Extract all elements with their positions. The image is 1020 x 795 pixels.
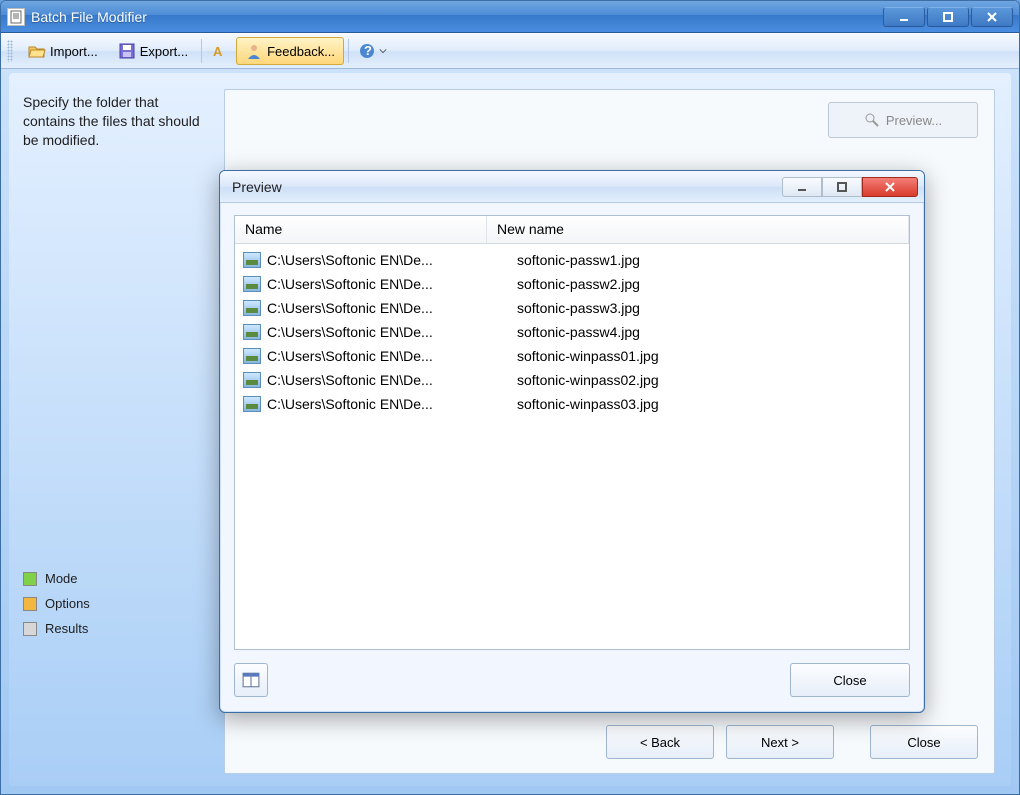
nav-list: Mode Options Results	[23, 571, 90, 636]
image-file-icon	[243, 276, 261, 292]
table-row[interactable]: C:\Users\Softonic EN\De...softonic-passw…	[235, 320, 909, 344]
dialog-listview[interactable]: Name New name C:\Users\Softonic EN\De...…	[234, 215, 910, 650]
preview-dialog: Preview Name New name C:\Users\Softonic …	[219, 170, 925, 713]
nav-label: Results	[45, 621, 88, 636]
square-icon	[23, 572, 37, 586]
close-button[interactable]	[971, 7, 1013, 27]
help-button[interactable]: ?	[353, 37, 393, 65]
image-file-icon	[243, 372, 261, 388]
table-row[interactable]: C:\Users\Softonic EN\De...softonic-winpa…	[235, 392, 909, 416]
table-row[interactable]: C:\Users\Softonic EN\De...softonic-winpa…	[235, 344, 909, 368]
cell-newname: softonic-passw1.jpg	[503, 252, 640, 268]
square-icon	[23, 597, 37, 611]
window-title: Batch File Modifier	[31, 9, 147, 25]
cell-name: C:\Users\Softonic EN\De...	[267, 396, 503, 412]
dialog-maximize-button[interactable]	[822, 177, 862, 197]
chevron-down-icon	[378, 47, 388, 55]
nav-mode[interactable]: Mode	[23, 571, 90, 586]
col-newname[interactable]: New name	[487, 216, 909, 243]
left-panel: Specify the folder that contains the fil…	[9, 73, 224, 786]
font-button[interactable]: A	[206, 37, 234, 65]
toolbar: Import... Export... A Feedback... ?	[1, 33, 1019, 69]
toolbar-grip	[7, 40, 13, 62]
floppy-icon	[118, 42, 136, 60]
cell-newname: softonic-winpass02.jpg	[503, 372, 659, 388]
svg-text:A: A	[213, 44, 223, 59]
image-file-icon	[243, 348, 261, 364]
cell-name: C:\Users\Softonic EN\De...	[267, 372, 503, 388]
cell-newname: softonic-passw4.jpg	[503, 324, 640, 340]
feedback-button[interactable]: Feedback...	[236, 37, 344, 65]
import-button[interactable]: Import...	[19, 37, 107, 65]
magnifier-icon	[864, 112, 880, 128]
preview-label: Preview...	[886, 113, 942, 128]
import-label: Import...	[50, 44, 98, 59]
table-row[interactable]: C:\Users\Softonic EN\De...softonic-passw…	[235, 296, 909, 320]
svg-text:?: ?	[364, 43, 372, 58]
table-row[interactable]: C:\Users\Softonic EN\De...softonic-winpa…	[235, 368, 909, 392]
cell-newname: softonic-passw2.jpg	[503, 276, 640, 292]
titlebar[interactable]: Batch File Modifier	[1, 1, 1019, 33]
dialog-close-button[interactable]	[862, 177, 918, 197]
cell-name: C:\Users\Softonic EN\De...	[267, 300, 503, 316]
list-header: Name New name	[235, 216, 909, 244]
table-row[interactable]: C:\Users\Softonic EN\De...softonic-passw…	[235, 272, 909, 296]
image-file-icon	[243, 324, 261, 340]
maximize-button[interactable]	[927, 7, 969, 27]
font-icon: A	[211, 42, 229, 60]
table-row[interactable]: C:\Users\Softonic EN\De...softonic-passw…	[235, 248, 909, 272]
cell-newname: softonic-winpass03.jpg	[503, 396, 659, 412]
cell-name: C:\Users\Softonic EN\De...	[267, 276, 503, 292]
choose-columns-button[interactable]	[234, 663, 268, 697]
image-file-icon	[243, 300, 261, 316]
image-file-icon	[243, 396, 261, 412]
dialog-footer: Close	[234, 660, 910, 700]
nav-options[interactable]: Options	[23, 596, 90, 611]
col-name[interactable]: Name	[235, 216, 487, 243]
feedback-label: Feedback...	[267, 44, 335, 59]
cell-name: C:\Users\Softonic EN\De...	[267, 324, 503, 340]
export-label: Export...	[140, 44, 188, 59]
dialog-minimize-button[interactable]	[782, 177, 822, 197]
help-icon: ?	[358, 42, 376, 60]
back-button[interactable]: < Back	[606, 725, 714, 759]
cell-name: C:\Users\Softonic EN\De...	[267, 252, 503, 268]
next-button[interactable]: Next >	[726, 725, 834, 759]
list-rows: C:\Users\Softonic EN\De...softonic-passw…	[235, 244, 909, 420]
minimize-button[interactable]	[883, 7, 925, 27]
export-button[interactable]: Export...	[109, 37, 197, 65]
square-icon	[23, 622, 37, 636]
nav-label: Mode	[45, 571, 78, 586]
preview-button: Preview...	[828, 102, 978, 138]
wizard-footer: < Back Next > Close	[606, 725, 978, 759]
toolbar-separator	[348, 39, 349, 63]
nav-results[interactable]: Results	[23, 621, 90, 636]
app-icon	[7, 8, 25, 26]
columns-icon	[242, 671, 260, 689]
close-button[interactable]: Close	[870, 725, 978, 759]
cell-newname: softonic-winpass01.jpg	[503, 348, 659, 364]
dialog-title: Preview	[232, 179, 282, 195]
person-icon	[245, 42, 263, 60]
toolbar-separator	[201, 39, 202, 63]
dialog-titlebar[interactable]: Preview	[220, 171, 924, 203]
folder-open-icon	[28, 42, 46, 60]
cell-name: C:\Users\Softonic EN\De...	[267, 348, 503, 364]
hint-text: Specify the folder that contains the fil…	[23, 93, 210, 150]
cell-newname: softonic-passw3.jpg	[503, 300, 640, 316]
nav-label: Options	[45, 596, 90, 611]
dialog-close-footer-button[interactable]: Close	[790, 663, 910, 697]
image-file-icon	[243, 252, 261, 268]
